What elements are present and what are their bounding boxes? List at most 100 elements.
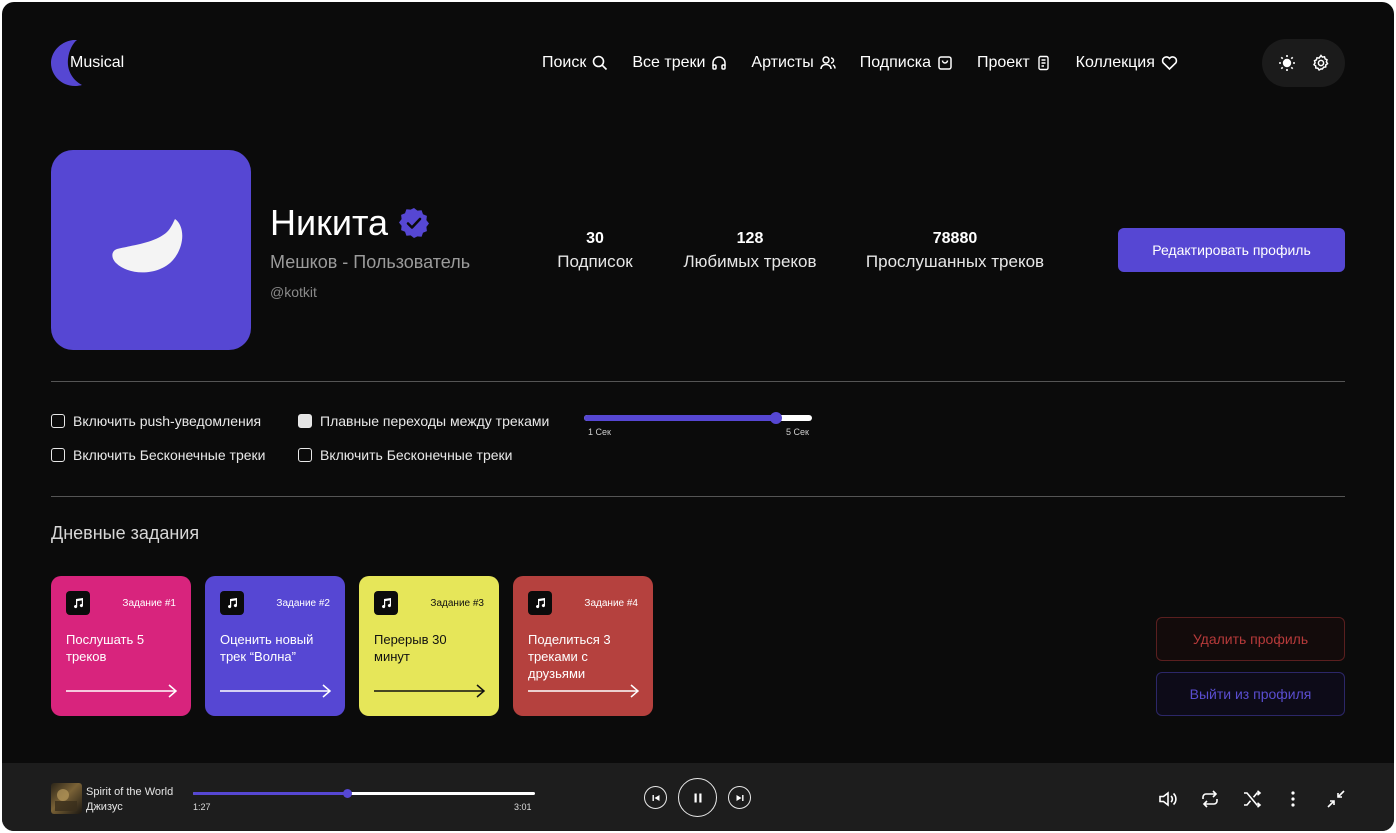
checkbox-label: Включить push-уведомления [73,413,262,429]
task-text: Послушать 5 треков [66,632,145,664]
crossfade-slider[interactable]: 1 Сек 5 Сек [584,412,812,437]
users-icon [819,56,836,70]
music-note-icon [528,591,552,615]
task-text: Поделиться 3 треками с друзьями [528,632,611,681]
stat-value: 128 [736,230,764,247]
more-vertical-icon[interactable] [1283,789,1303,809]
pause-button[interactable] [678,778,717,817]
skip-forward-icon [736,794,743,801]
divider [51,381,1345,382]
music-note-icon [66,591,90,615]
slider-fill [584,415,776,421]
checkbox-label: Включить Бесконечные треки [73,447,266,463]
slider-thumb[interactable] [769,412,782,424]
app-window: Musical Поиск Все треки Артисты Подписка… [2,2,1394,831]
stat-listened-tracks: 78880 Прослушанных треков [862,229,1048,272]
stat-favorite-tracks: 128 Любимых треков [680,229,820,272]
task-card-3[interactable]: Задание #3 Перерыв 30 минут [359,576,499,716]
track-artist[interactable]: Джизус [86,801,123,813]
toolbar-pill [1262,39,1345,87]
delete-profile-button[interactable]: Удалить профиль [1156,617,1345,661]
slider-max-label: 5 Сек [786,427,809,437]
music-note-icon [220,591,244,615]
task-number: Задание #3 [430,598,484,609]
nav-subscription[interactable]: Подписка [860,52,953,74]
progress-fill [193,792,347,795]
checkbox-box[interactable] [51,414,65,428]
edit-profile-button[interactable]: Редактировать профиль [1118,228,1345,272]
push-notifications-checkbox[interactable]: Включить push-уведомления [51,413,261,429]
app-name: Musical [70,54,125,71]
current-time: 1:27 [193,802,211,812]
pause-icon [694,793,701,802]
arrow-right-icon [220,684,332,698]
progress-thumb[interactable] [342,789,352,798]
repeat-icon[interactable] [1200,789,1220,809]
profile-avatar [51,150,251,350]
nav-label: Все треки [632,54,706,71]
checkbox-box[interactable] [298,448,312,462]
nav-label: Коллекция [1075,54,1155,71]
task-number: Задание #2 [276,598,330,609]
stat-value: 78880 [932,230,978,247]
logout-button[interactable]: Выйти из профиля [1156,672,1345,716]
shopping-bag-icon [938,56,952,70]
album-cover[interactable] [51,783,82,814]
nav-artists[interactable]: Артисты [751,52,836,74]
arrow-right-icon [66,684,178,698]
previous-button[interactable] [644,786,667,809]
track-title[interactable]: Spirit of the World [86,786,173,798]
task-card-1[interactable]: Задание #1 Послушать 5 треков [51,576,191,716]
stat-label: Подписок [557,252,633,271]
profile-name-row: Никита [270,202,430,244]
nav-project[interactable]: Проект [977,52,1052,74]
task-text: Оценить новый трек “Волна” [220,632,314,664]
music-note-icon [374,591,398,615]
slider-labels: 1 Сек 5 Сек [584,427,812,437]
stat-subscriptions: 30 Подписок [555,229,635,272]
nav-label: Поиск [542,54,587,71]
playback-progress[interactable] [193,789,535,798]
next-button[interactable] [728,786,751,809]
arrow-right-icon [374,684,486,698]
slider-track[interactable] [584,412,812,424]
slider-min-label: 1 Сек [588,427,611,437]
profile-handle: @kotkit [270,284,317,300]
daily-tasks-title: Дневные задания [51,523,200,543]
infinite-tracks-checkbox-2[interactable]: Включить Бесконечные треки [298,447,512,463]
total-time: 3:01 [514,802,532,812]
checkbox-label: Плавные переходы между треками [320,413,550,429]
stat-label: Прослушанных треков [865,252,1045,271]
arrow-right-icon [528,684,640,698]
infinite-tracks-checkbox[interactable]: Включить Бесконечные треки [51,447,265,463]
main-nav: Поиск Все треки Артисты Подписка Проект … [542,52,1202,74]
checkbox-label: Включить Бесконечные треки [320,447,513,463]
nav-label: Подписка [859,54,931,71]
task-card-4[interactable]: Задание #4 Поделиться 3 треками с друзья… [513,576,653,716]
shuffle-icon[interactable] [1242,789,1262,809]
minimize-icon[interactable] [1326,789,1346,809]
nav-all-tracks[interactable]: Все треки [632,52,727,74]
search-icon [593,55,608,71]
sun-icon[interactable] [1278,54,1296,72]
task-number: Задание #4 [584,598,638,609]
nav-search[interactable]: Поиск [542,52,608,74]
task-text: Перерыв 30 минут [374,632,447,664]
volume-icon[interactable] [1158,789,1178,809]
crossfade-checkbox[interactable]: Плавные переходы между треками [298,413,549,429]
logo-icon [112,219,183,273]
nav-collection[interactable]: Коллекция [1076,52,1178,74]
task-card-2[interactable]: Задание #2 Оценить новый трек “Волна” [205,576,345,716]
checkbox-box[interactable] [51,448,65,462]
document-icon [1037,55,1049,71]
player-bar: Spirit of the World Джизус 1:27 3:01 [2,763,1394,831]
stat-label: Любимых треков [683,252,817,271]
logo[interactable]: Musical [51,39,124,87]
divider [51,496,1345,497]
stat-value: 30 [586,230,604,247]
nav-label: Проект [976,54,1030,71]
checkbox-box[interactable] [298,414,312,428]
nav-label: Артисты [751,54,814,71]
gear-icon[interactable] [1312,54,1330,72]
heart-icon [1161,56,1178,71]
